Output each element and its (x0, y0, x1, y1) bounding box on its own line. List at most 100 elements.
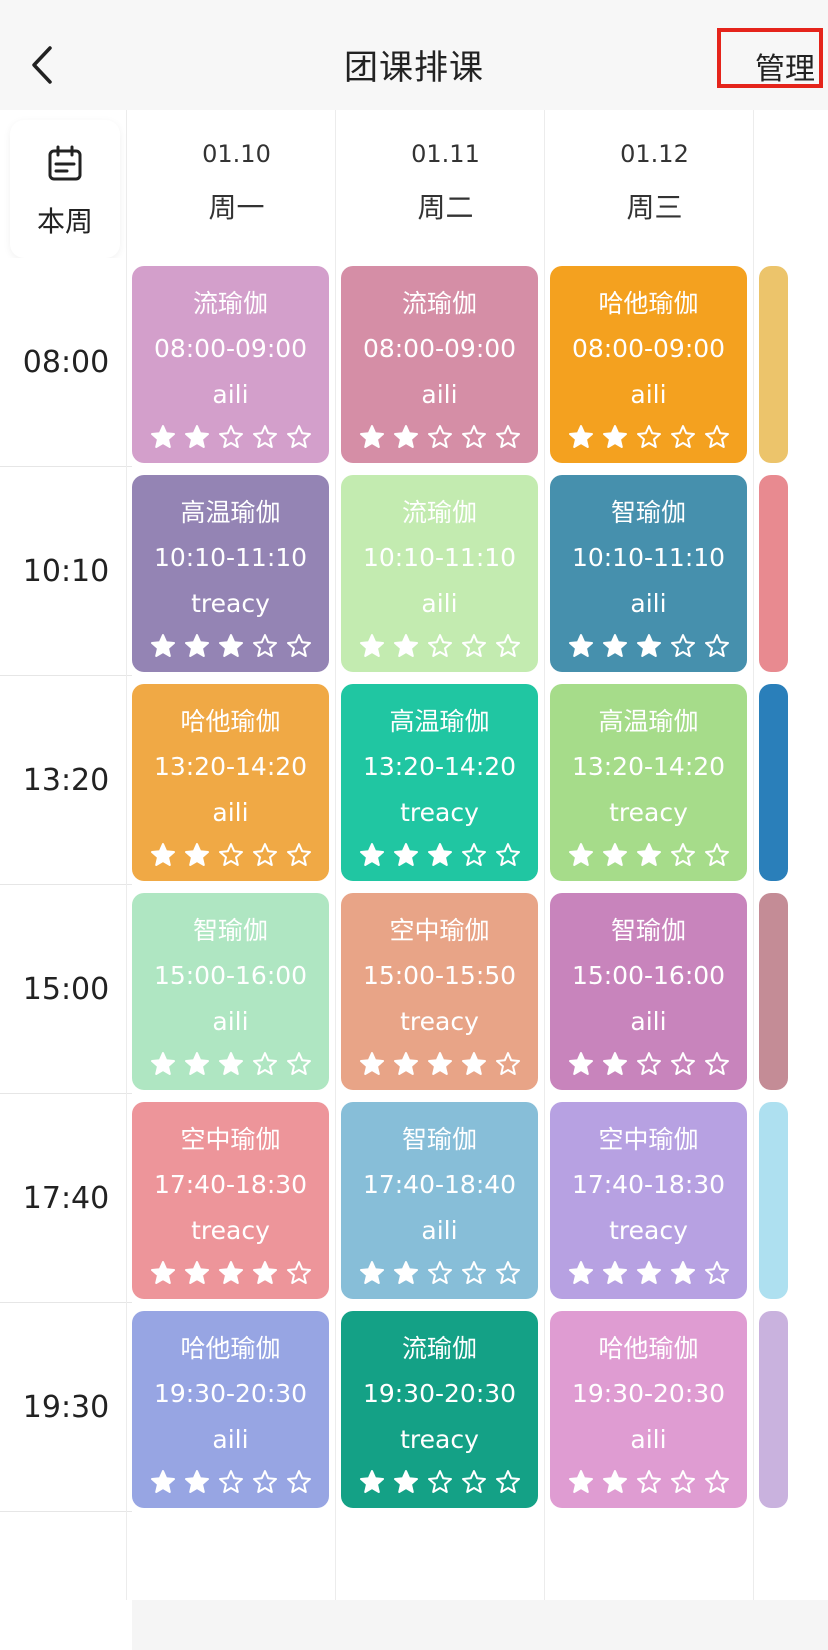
course-card-partial[interactable] (759, 893, 788, 1090)
star-filled-icon (359, 425, 384, 448)
star-filled-icon (184, 634, 209, 657)
course-card[interactable]: 哈他瑜伽 19:30-20:30 aili (132, 1311, 329, 1508)
star-filled-icon (393, 1052, 418, 1075)
day-header[interactable]: 01.10 周一 (132, 110, 341, 270)
star-filled-icon (218, 634, 243, 657)
star-outline-icon (670, 634, 695, 657)
course-time: 10:10-11:10 (571, 543, 726, 572)
course-name: 智瑜伽 (192, 916, 268, 945)
course-card[interactable]: 流瑜伽 19:30-20:30 treacy (341, 1311, 538, 1508)
star-filled-icon (184, 425, 209, 448)
star-filled-icon (568, 1261, 593, 1284)
star-outline-icon (495, 1052, 520, 1075)
course-card[interactable]: 智瑜伽 17:40-18:40 aili (341, 1102, 538, 1299)
course-card[interactable]: 哈他瑜伽 08:00-09:00 aili (550, 266, 747, 463)
star-outline-icon (495, 425, 520, 448)
course-card[interactable]: 流瑜伽 08:00-09:00 aili (341, 266, 538, 463)
course-teacher: treacy (191, 589, 270, 618)
course-card[interactable]: 空中瑜伽 15:00-15:50 treacy (341, 893, 538, 1090)
course-card[interactable]: 智瑜伽 10:10-11:10 aili (550, 475, 747, 672)
star-outline-icon (218, 1470, 243, 1493)
day-header[interactable]: 01.12 周三 (550, 110, 759, 270)
column-divider (335, 110, 336, 1600)
course-name: 高温瑜伽 (389, 707, 490, 736)
star-filled-icon (252, 1261, 277, 1284)
course-rating (341, 1260, 538, 1288)
course-time: 10:10-11:10 (153, 543, 308, 572)
course-card[interactable]: 智瑜伽 15:00-16:00 aili (132, 893, 329, 1090)
header-bar: 团课排课 管理 (0, 0, 828, 110)
course-card[interactable]: 高温瑜伽 13:20-14:20 treacy (550, 684, 747, 881)
course-card[interactable]: 流瑜伽 08:00-09:00 aili (132, 266, 329, 463)
day-date: 01.10 (202, 140, 271, 168)
course-teacher: aili (212, 798, 249, 827)
course-name: 高温瑜伽 (180, 498, 281, 527)
course-teacher: aili (630, 380, 667, 409)
calendar-icon (48, 145, 82, 181)
course-card[interactable]: 流瑜伽 10:10-11:10 aili (341, 475, 538, 672)
day-header[interactable]: 01.11 周二 (341, 110, 550, 270)
course-card-partial[interactable] (759, 1102, 788, 1299)
star-filled-icon (636, 1261, 661, 1284)
day-date: 01.11 (411, 140, 480, 168)
star-filled-icon (150, 634, 175, 657)
course-card-partial[interactable] (759, 266, 788, 463)
star-filled-icon (184, 1261, 209, 1284)
star-filled-icon (602, 634, 627, 657)
grid-footer (132, 1600, 828, 1650)
course-rating (132, 1051, 329, 1079)
star-outline-icon (636, 425, 661, 448)
star-outline-icon (704, 1470, 729, 1493)
course-rating (341, 1051, 538, 1079)
course-rating (550, 842, 747, 870)
star-filled-icon (602, 1052, 627, 1075)
course-card[interactable]: 空中瑜伽 17:40-18:30 treacy (550, 1102, 747, 1299)
course-time: 13:20-14:20 (571, 752, 726, 781)
star-outline-icon (636, 1052, 661, 1075)
this-week-button[interactable]: 本周 (10, 120, 120, 258)
course-time: 17:40-18:40 (362, 1170, 517, 1199)
star-outline-icon (252, 634, 277, 657)
course-time: 08:00-09:00 (153, 334, 308, 363)
course-rating (132, 633, 329, 661)
course-card-partial[interactable] (759, 475, 788, 672)
course-name: 智瑜伽 (610, 498, 686, 527)
time-slot-label: 17:40 (0, 1094, 132, 1303)
course-rating (341, 842, 538, 870)
star-outline-icon (461, 425, 486, 448)
star-filled-icon (393, 843, 418, 866)
star-filled-icon (218, 1052, 243, 1075)
course-card[interactable]: 空中瑜伽 17:40-18:30 treacy (132, 1102, 329, 1299)
column-divider (544, 110, 545, 1600)
course-card[interactable]: 哈他瑜伽 13:20-14:20 aili (132, 684, 329, 881)
course-teacher: aili (630, 1007, 667, 1036)
star-outline-icon (704, 425, 729, 448)
course-card[interactable]: 高温瑜伽 10:10-11:10 treacy (132, 475, 329, 672)
star-outline-icon (461, 1470, 486, 1493)
course-card[interactable]: 高温瑜伽 13:20-14:20 treacy (341, 684, 538, 881)
star-outline-icon (218, 425, 243, 448)
star-filled-icon (150, 1052, 175, 1075)
course-time: 19:30-20:30 (571, 1379, 726, 1408)
course-teacher: aili (421, 380, 458, 409)
course-card-partial[interactable] (759, 1311, 788, 1508)
course-teacher: treacy (400, 1425, 479, 1454)
manage-button[interactable]: 管理 (755, 44, 815, 88)
star-outline-icon (427, 1261, 452, 1284)
course-card-partial[interactable] (759, 684, 788, 881)
star-filled-icon (568, 634, 593, 657)
star-filled-icon (359, 1052, 384, 1075)
star-filled-icon (602, 1261, 627, 1284)
star-outline-icon (704, 843, 729, 866)
course-teacher: aili (212, 1425, 249, 1454)
star-outline-icon (286, 1470, 311, 1493)
course-card[interactable]: 哈他瑜伽 19:30-20:30 aili (550, 1311, 747, 1508)
star-outline-icon (495, 1470, 520, 1493)
course-time: 17:40-18:30 (571, 1170, 726, 1199)
star-outline-icon (461, 1261, 486, 1284)
star-filled-icon (393, 634, 418, 657)
day-weekday: 周二 (417, 191, 474, 224)
course-teacher: treacy (400, 798, 479, 827)
course-card[interactable]: 智瑜伽 15:00-16:00 aili (550, 893, 747, 1090)
course-teacher: aili (630, 589, 667, 618)
